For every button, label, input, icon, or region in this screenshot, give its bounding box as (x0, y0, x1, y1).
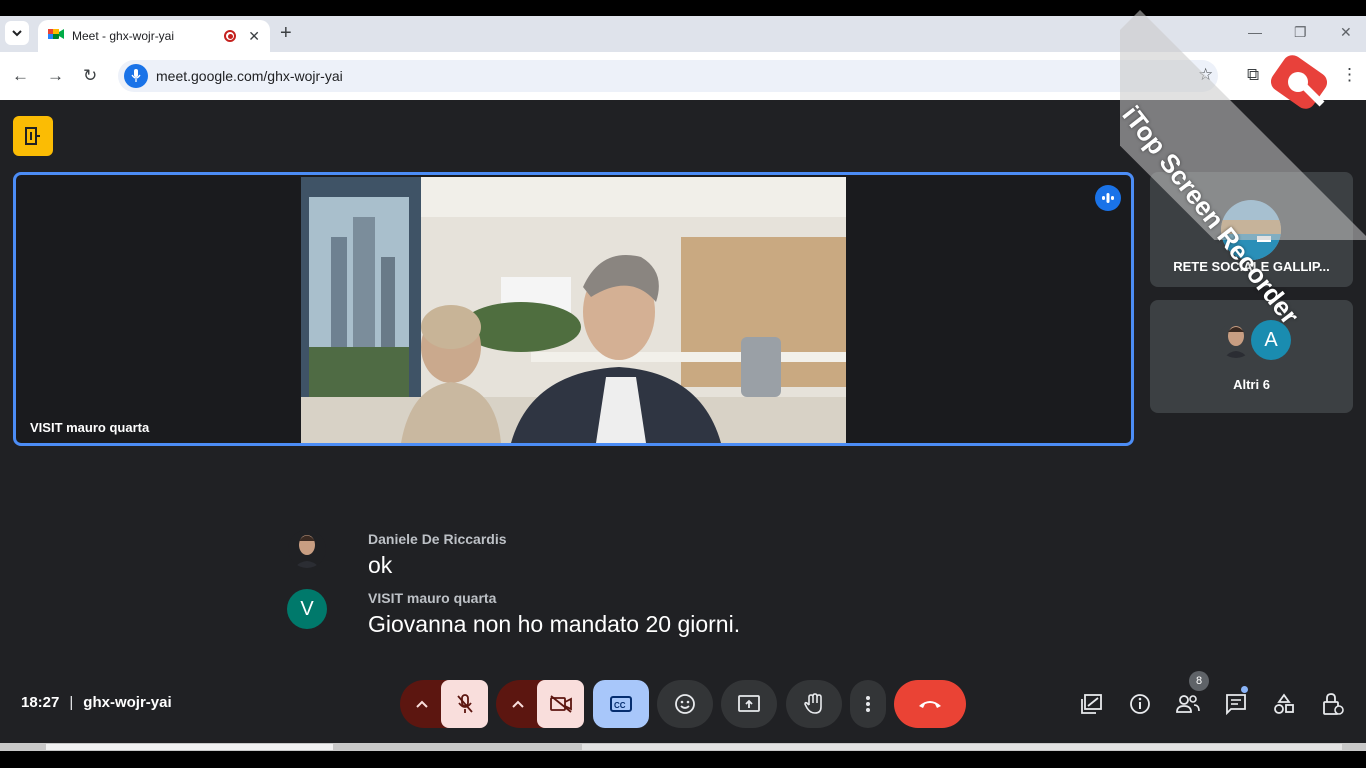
present-icon[interactable] (721, 680, 777, 728)
new-tab-icon[interactable]: + (280, 23, 292, 43)
separator: | (69, 694, 74, 711)
watermark-logo-icon (1268, 52, 1340, 116)
strip-segment (582, 744, 1342, 750)
caption-text: ok (368, 552, 393, 578)
meet-stage: VISIT mauro quarta RETE SOCIALE GALLIP..… (0, 100, 1366, 743)
close-icon[interactable]: ✕ (248, 28, 260, 45)
browser-tab[interactable]: Meet - ghx-wojr-yai ✕ (38, 20, 270, 52)
tab-strip: Meet - ghx-wojr-yai ✕ + — ❐ ✕ (0, 16, 1366, 52)
star-icon[interactable]: ☆ (1198, 65, 1213, 85)
camera-control-group (496, 680, 584, 728)
companion-icon[interactable] (1078, 690, 1106, 718)
restore-icon[interactable]: ❐ (1294, 24, 1307, 41)
tab-search-icon[interactable] (5, 21, 29, 45)
participant-video (301, 177, 846, 443)
emoji-icon[interactable] (657, 680, 713, 728)
side-tile-others[interactable]: A Altri 6 (1150, 300, 1353, 413)
tile-participant-name: VISIT mauro quarta (30, 420, 150, 435)
chevron-up-icon[interactable] (400, 680, 444, 728)
end-call-icon[interactable] (894, 680, 966, 728)
bottom-strip (0, 743, 1366, 751)
meeting-info: 18:27 | ghx-wojr-yai (21, 694, 172, 711)
camera-off-icon[interactable] (537, 680, 584, 728)
mic-control-group (400, 680, 488, 728)
hand-icon[interactable] (786, 680, 842, 728)
avatar (1218, 322, 1254, 358)
side-tile-name: Altri 6 (1233, 377, 1270, 392)
record-icon (224, 30, 237, 42)
extensions-icon[interactable]: ⧉ (1247, 65, 1259, 85)
screen: Meet - ghx-wojr-yai ✕ + — ❐ ✕ ← → ↻ meet… (0, 0, 1366, 768)
main-video-tile[interactable]: VISIT mauro quarta (13, 172, 1134, 446)
mic-off-icon[interactable] (441, 680, 488, 728)
mic-icon[interactable] (124, 64, 148, 88)
svg-text:CC: CC (614, 701, 626, 710)
tab-title: Meet - ghx-wojr-yai (72, 29, 175, 43)
meeting-code: ghx-wojr-yai (83, 694, 172, 711)
host-controls-icon[interactable] (1319, 690, 1347, 718)
captions-icon[interactable]: CC (593, 680, 649, 728)
address-bar[interactable]: meet.google.com/ghx-wojr-yai (118, 60, 1218, 92)
participants-count-badge: 8 (1189, 671, 1209, 691)
window-close-icon[interactable]: ✕ (1340, 24, 1352, 41)
caption-speaker: VISIT mauro quarta (368, 590, 497, 606)
caption-avatar (288, 530, 326, 568)
forward-icon[interactable]: → (47, 66, 64, 86)
reload-icon[interactable]: ↻ (83, 66, 97, 86)
browser-toolbar: ← → ↻ meet.google.com/ghx-wojr-yai ☆ ⧉ ⋮ (0, 52, 1366, 100)
activities-icon[interactable] (13, 116, 53, 156)
chevron-up-icon[interactable] (496, 680, 540, 728)
chat-icon[interactable] (1222, 690, 1250, 718)
speaking-icon (1095, 185, 1121, 211)
back-icon[interactable]: ← (12, 66, 29, 86)
strip-segment (46, 744, 333, 750)
caption-text: Giovanna non ho mandato 20 giorni. (368, 611, 741, 637)
people-icon[interactable] (1174, 690, 1202, 718)
caption-avatar-letter: V (287, 589, 327, 629)
clock: 18:27 (21, 694, 60, 711)
shapes-icon[interactable] (1270, 690, 1298, 718)
menu-icon[interactable]: ⋮ (1341, 65, 1358, 85)
meet-favicon (48, 27, 64, 46)
chat-unread-dot (1241, 686, 1248, 693)
minimize-icon[interactable]: — (1248, 24, 1262, 40)
url-text: meet.google.com/ghx-wojr-yai (156, 68, 343, 84)
more-icon[interactable] (850, 680, 886, 728)
info-icon[interactable] (1126, 690, 1154, 718)
caption-speaker: Daniele De Riccardis (368, 531, 507, 547)
